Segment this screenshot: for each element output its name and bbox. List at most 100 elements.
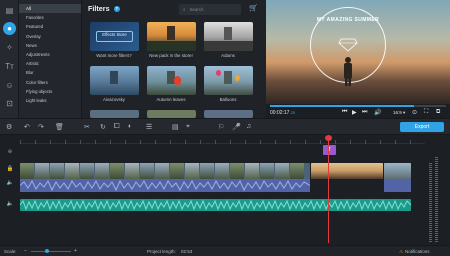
crop-icon[interactable]: ⧠ [114,123,120,131]
title-clip[interactable]: T [323,145,336,155]
export-button[interactable]: Export [400,122,444,132]
video-preview[interactable]: MY AMAZING SUMMER [266,0,450,104]
undo-icon[interactable]: ↶ [24,123,30,131]
category-featured[interactable]: Featured [19,22,81,31]
category-adjustments[interactable]: Adjustments [19,50,81,59]
tool-strip: ▤ ● ✧ Tт ☺ ⊡ [0,0,19,118]
timeline-toolbar: ⚙ ↶ ↷ 🗑 ✂ ↻ ⧠ ◐ ☰ ▤ ⌖ ⚐ 🎤 ♫ Export [0,118,450,135]
ruler-tick [395,140,396,144]
category-color-filters[interactable]: Color filters [19,78,81,87]
filter-label: Balloons [219,97,237,102]
category-flying-objects[interactable]: Flying objects [19,87,81,96]
playhead-icon[interactable] [325,135,332,141]
scale-slider[interactable] [31,251,71,252]
redo-icon[interactable]: ↷ [38,123,44,131]
folder-icon[interactable]: ▤ [3,4,16,17]
aspect-ratio-select[interactable]: 16:9 ▾ [393,110,405,116]
category-artistic[interactable]: Artistic [19,59,81,68]
category-all[interactable]: All [19,4,81,14]
effects-icon[interactable]: ✧ [3,41,16,54]
ruler-tick [95,140,96,144]
category-news[interactable]: News [19,41,81,50]
diamond-icon [338,38,358,52]
search-placeholder: Search [189,7,204,12]
overlay-title-text: MY AMAZING SUMMER [316,17,380,23]
stabilize-icon[interactable]: ▤ [172,123,179,131]
ruler-tick [245,140,246,144]
timecode-main: 00:02:17 [270,110,290,116]
ruler-tick [215,140,216,144]
volume-icon[interactable]: 🔊 [374,109,381,116]
titles-icon[interactable]: Tт [3,60,16,73]
filters-title: Filters ? [88,4,120,13]
ruler-tick [80,140,81,144]
fullscreen-icon[interactable]: ⛶ [424,109,428,116]
category-blur[interactable]: Blur [19,68,81,77]
marker-icon[interactable]: ⚐ [218,123,224,131]
skip-forward-icon[interactable]: ⏭ [362,109,367,116]
notifications-label[interactable]: Notifications [405,249,430,254]
search-input[interactable]: ⌕ Search [179,4,241,15]
cut-icon[interactable]: ✂ [84,123,90,131]
color-adjust-icon[interactable]: ◐ [128,123,132,130]
audio-track-mute-icon[interactable]: 🔈 [0,180,20,186]
video-clip-2[interactable] [311,163,383,179]
category-overlay[interactable]: Overlay [19,32,81,41]
highlight-icon[interactable]: ⌖ [186,123,190,131]
rotate-icon[interactable]: ↻ [100,123,106,131]
transitions-icon[interactable]: ⊡ [3,97,16,110]
delete-icon[interactable]: 🗑 [55,123,64,131]
filter-tile-new-pack[interactable] [147,22,196,51]
settings-icon[interactable]: ⚙ [6,123,12,131]
ruler-tick [50,140,51,144]
filter-tile-partial[interactable] [147,110,196,118]
clip-audio-3[interactable] [384,179,411,192]
playhead-line[interactable] [328,135,329,243]
category-light-leaks[interactable]: Light leaks [19,96,81,105]
category-favorites[interactable]: Favorites [19,13,81,22]
stickers-icon[interactable]: ☺ [3,79,16,92]
clip-audio-1[interactable] [20,179,310,192]
ruler-tick [170,140,171,144]
music-track-clip[interactable] [20,199,411,211]
filter-tile-aivazovsky[interactable] [90,66,139,95]
ruler-tick [20,140,21,144]
ruler-tick [260,140,261,144]
record-audio-icon[interactable]: 🎤 [232,123,241,131]
add-track-icon[interactable]: ⊕ [0,149,20,155]
filter-tile-adams[interactable] [204,22,253,51]
video-clip-3[interactable] [384,163,411,179]
player-controls: 00:02:17.25 ⏮ ▶ ⏭ 🔊 16:9 ▾ ⊙ ⛶ ⧉ [266,104,450,118]
timeline-ruler[interactable] [20,135,425,144]
zoom-in-icon[interactable]: + [74,248,77,254]
filter-tile-autumn-leaves[interactable] [147,66,196,95]
ruler-tick [200,140,201,144]
skip-back-icon[interactable]: ⏮ [342,109,347,116]
ruler-tick [110,140,111,144]
filter-label: Adams [221,53,235,58]
play-icon[interactable]: ▶ [352,109,357,116]
filter-tile-balloons[interactable] [204,66,253,95]
audio-icon[interactable]: ♫ [246,123,251,130]
video-track-lock-icon[interactable]: 🔒 [0,166,20,172]
audio-level-meters [425,147,447,243]
zoom-out-icon[interactable]: − [24,248,27,254]
cart-icon[interactable]: 🛒 [249,4,258,12]
scale-slider-knob[interactable] [45,249,49,253]
detach-icon[interactable]: ⧉ [436,109,440,116]
help-icon[interactable]: ? [113,5,120,12]
filter-tile-partial[interactable] [204,110,253,118]
snapshot-icon[interactable]: ⊙ [412,109,417,116]
filter-tile-effects-store[interactable]: Effects Store [90,22,139,51]
warning-icon[interactable]: ⚠ [399,249,403,255]
ruler-tick [365,140,366,144]
ruler-tick [35,140,36,144]
preview-progress-bar[interactable] [270,105,446,107]
music-track-mute-icon[interactable]: 🔈 [0,201,20,207]
clip-properties-icon[interactable]: ☰ [146,123,152,131]
video-clip-1[interactable] [20,163,310,179]
filter-tile-partial[interactable] [90,110,139,118]
filters-icon[interactable]: ● [3,22,16,35]
filter-label: Autumn leaves [156,97,186,102]
music-waveform [20,199,411,211]
